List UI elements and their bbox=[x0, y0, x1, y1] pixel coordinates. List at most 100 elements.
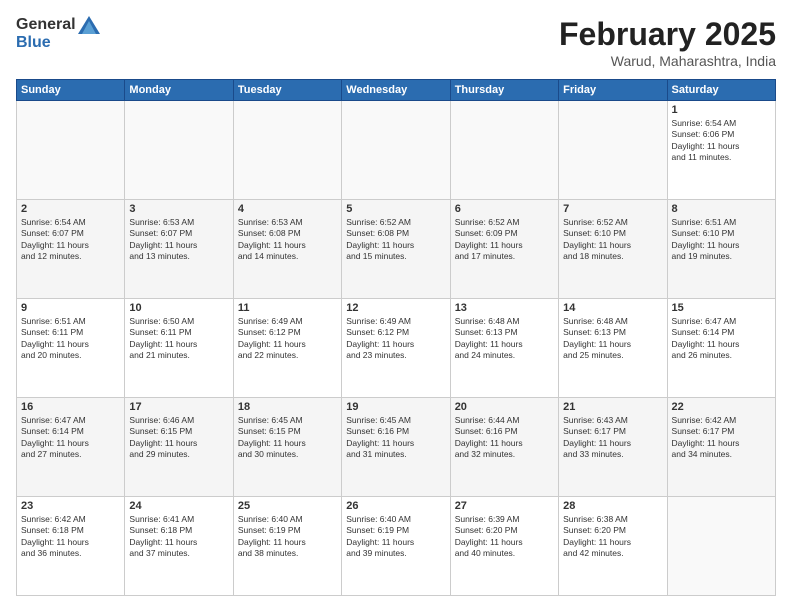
week-row-4: 23Sunrise: 6:42 AM Sunset: 6:18 PM Dayli… bbox=[17, 497, 776, 596]
day-cell: 2 Sunrise: 6:54 AM Sunset: 6:07 PM Daylig… bbox=[17, 200, 125, 299]
day-number: 20 bbox=[455, 401, 554, 413]
day-cell bbox=[17, 101, 125, 200]
week-row-0: 1Sunrise: 6:54 AM Sunset: 6:06 PM Daylig… bbox=[17, 101, 776, 200]
day-number: 5 bbox=[346, 203, 445, 215]
weekday-header-tuesday: Tuesday bbox=[233, 80, 341, 101]
day-cell: 13 Sunrise: 6:48 AM Sunset: 6:13 PM Dayli… bbox=[450, 299, 558, 398]
day-info: Sunrise: 6:43 AM Sunset: 6:17 PM Dayligh… bbox=[563, 415, 662, 461]
day-info: Sunrise: 6:40 AM Sunset: 6:19 PM Dayligh… bbox=[238, 514, 337, 560]
day-cell bbox=[667, 497, 775, 596]
day-cell bbox=[450, 101, 558, 200]
day-cell: 8Sunrise: 6:51 AM Sunset: 6:10 PM Daylig… bbox=[667, 200, 775, 299]
location: Warud, Maharashtra, India bbox=[559, 53, 776, 69]
day-info: Sunrise: 6:47 AM Sunset: 6:14 PM Dayligh… bbox=[672, 316, 771, 362]
day-number: 7 bbox=[563, 203, 662, 215]
header: General Blue February 2025 Warud, Mahara… bbox=[16, 16, 776, 69]
day-info: Sunrise: 6:45 AM Sunset: 6:15 PM Dayligh… bbox=[238, 415, 337, 461]
weekday-header-thursday: Thursday bbox=[450, 80, 558, 101]
day-cell: 21 Sunrise: 6:43 AM Sunset: 6:17 PM Dayli… bbox=[559, 398, 667, 497]
day-cell: 6 Sunrise: 6:52 AM Sunset: 6:09 PM Daylig… bbox=[450, 200, 558, 299]
logo: General Blue bbox=[16, 16, 100, 52]
day-number: 10 bbox=[129, 302, 228, 314]
day-cell: 20 Sunrise: 6:44 AM Sunset: 6:16 PM Dayli… bbox=[450, 398, 558, 497]
day-number: 14 bbox=[563, 302, 662, 314]
day-cell: 10 Sunrise: 6:50 AM Sunset: 6:11 PM Dayli… bbox=[125, 299, 233, 398]
day-info: Sunrise: 6:51 AM Sunset: 6:11 PM Dayligh… bbox=[21, 316, 120, 362]
day-info: Sunrise: 6:47 AM Sunset: 6:14 PM Dayligh… bbox=[21, 415, 120, 461]
day-cell: 25 Sunrise: 6:40 AM Sunset: 6:19 PM Dayli… bbox=[233, 497, 341, 596]
day-number: 4 bbox=[238, 203, 337, 215]
day-number: 21 bbox=[563, 401, 662, 413]
day-number: 24 bbox=[129, 500, 228, 512]
day-cell: 24Sunrise: 6:41 AM Sunset: 6:18 PM Dayli… bbox=[125, 497, 233, 596]
day-number: 6 bbox=[455, 203, 554, 215]
day-info: Sunrise: 6:42 AM Sunset: 6:17 PM Dayligh… bbox=[672, 415, 771, 461]
day-info: Sunrise: 6:46 AM Sunset: 6:15 PM Dayligh… bbox=[129, 415, 228, 461]
day-number: 15 bbox=[672, 302, 771, 314]
day-cell: 27 Sunrise: 6:39 AM Sunset: 6:20 PM Dayli… bbox=[450, 497, 558, 596]
day-cell: 16 Sunrise: 6:47 AM Sunset: 6:14 PM Dayli… bbox=[17, 398, 125, 497]
day-cell: 12 Sunrise: 6:49 AM Sunset: 6:12 PM Dayli… bbox=[342, 299, 450, 398]
weekday-header-row: SundayMondayTuesdayWednesdayThursdayFrid… bbox=[17, 80, 776, 101]
day-info: Sunrise: 6:40 AM Sunset: 6:19 PM Dayligh… bbox=[346, 514, 445, 560]
day-cell: 22 Sunrise: 6:42 AM Sunset: 6:17 PM Dayli… bbox=[667, 398, 775, 497]
weekday-header-friday: Friday bbox=[559, 80, 667, 101]
logo-blue: Blue bbox=[16, 34, 100, 52]
day-number: 27 bbox=[455, 500, 554, 512]
day-number: 22 bbox=[672, 401, 771, 413]
logo-text: General Blue bbox=[16, 16, 100, 52]
day-number: 1 bbox=[672, 104, 771, 116]
day-cell: 14Sunrise: 6:48 AM Sunset: 6:13 PM Dayli… bbox=[559, 299, 667, 398]
day-number: 26 bbox=[346, 500, 445, 512]
day-info: Sunrise: 6:51 AM Sunset: 6:10 PM Dayligh… bbox=[672, 217, 771, 263]
day-info: Sunrise: 6:44 AM Sunset: 6:16 PM Dayligh… bbox=[455, 415, 554, 461]
logo-icon bbox=[78, 16, 100, 34]
day-cell: 1Sunrise: 6:54 AM Sunset: 6:06 PM Daylig… bbox=[667, 101, 775, 200]
day-cell bbox=[559, 101, 667, 200]
day-number: 25 bbox=[238, 500, 337, 512]
day-number: 13 bbox=[455, 302, 554, 314]
day-number: 18 bbox=[238, 401, 337, 413]
calendar-table: SundayMondayTuesdayWednesdayThursdayFrid… bbox=[16, 79, 776, 596]
day-number: 16 bbox=[21, 401, 120, 413]
weekday-header-wednesday: Wednesday bbox=[342, 80, 450, 101]
day-info: Sunrise: 6:49 AM Sunset: 6:12 PM Dayligh… bbox=[346, 316, 445, 362]
day-cell: 18 Sunrise: 6:45 AM Sunset: 6:15 PM Dayli… bbox=[233, 398, 341, 497]
day-cell: 11 Sunrise: 6:49 AM Sunset: 6:12 PM Dayli… bbox=[233, 299, 341, 398]
week-row-1: 2 Sunrise: 6:54 AM Sunset: 6:07 PM Daylig… bbox=[17, 200, 776, 299]
day-number: 12 bbox=[346, 302, 445, 314]
day-info: Sunrise: 6:50 AM Sunset: 6:11 PM Dayligh… bbox=[129, 316, 228, 362]
day-info: Sunrise: 6:48 AM Sunset: 6:13 PM Dayligh… bbox=[455, 316, 554, 362]
logo-content: General Blue bbox=[16, 16, 100, 52]
week-row-3: 16 Sunrise: 6:47 AM Sunset: 6:14 PM Dayli… bbox=[17, 398, 776, 497]
day-cell: 3Sunrise: 6:53 AM Sunset: 6:07 PM Daylig… bbox=[125, 200, 233, 299]
month-title: February 2025 bbox=[559, 16, 776, 53]
day-number: 2 bbox=[21, 203, 120, 215]
title-block: February 2025 Warud, Maharashtra, India bbox=[559, 16, 776, 69]
day-cell bbox=[342, 101, 450, 200]
day-cell: 23Sunrise: 6:42 AM Sunset: 6:18 PM Dayli… bbox=[17, 497, 125, 596]
day-cell bbox=[125, 101, 233, 200]
day-number: 23 bbox=[21, 500, 120, 512]
day-info: Sunrise: 6:54 AM Sunset: 6:07 PM Dayligh… bbox=[21, 217, 120, 263]
day-info: Sunrise: 6:38 AM Sunset: 6:20 PM Dayligh… bbox=[563, 514, 662, 560]
day-cell: 28Sunrise: 6:38 AM Sunset: 6:20 PM Dayli… bbox=[559, 497, 667, 596]
day-cell: 7Sunrise: 6:52 AM Sunset: 6:10 PM Daylig… bbox=[559, 200, 667, 299]
day-info: Sunrise: 6:49 AM Sunset: 6:12 PM Dayligh… bbox=[238, 316, 337, 362]
day-info: Sunrise: 6:39 AM Sunset: 6:20 PM Dayligh… bbox=[455, 514, 554, 560]
day-info: Sunrise: 6:52 AM Sunset: 6:08 PM Dayligh… bbox=[346, 217, 445, 263]
day-number: 11 bbox=[238, 302, 337, 314]
day-info: Sunrise: 6:52 AM Sunset: 6:09 PM Dayligh… bbox=[455, 217, 554, 263]
day-number: 17 bbox=[129, 401, 228, 413]
logo-general: General bbox=[16, 16, 76, 34]
day-cell: 4 Sunrise: 6:53 AM Sunset: 6:08 PM Daylig… bbox=[233, 200, 341, 299]
day-info: Sunrise: 6:53 AM Sunset: 6:08 PM Dayligh… bbox=[238, 217, 337, 263]
day-number: 19 bbox=[346, 401, 445, 413]
day-cell: 19Sunrise: 6:45 AM Sunset: 6:16 PM Dayli… bbox=[342, 398, 450, 497]
week-row-2: 9Sunrise: 6:51 AM Sunset: 6:11 PM Daylig… bbox=[17, 299, 776, 398]
day-cell: 17 Sunrise: 6:46 AM Sunset: 6:15 PM Dayli… bbox=[125, 398, 233, 497]
page: General Blue February 2025 Warud, Mahara… bbox=[0, 0, 792, 612]
weekday-header-sunday: Sunday bbox=[17, 80, 125, 101]
day-number: 3 bbox=[129, 203, 228, 215]
weekday-header-saturday: Saturday bbox=[667, 80, 775, 101]
